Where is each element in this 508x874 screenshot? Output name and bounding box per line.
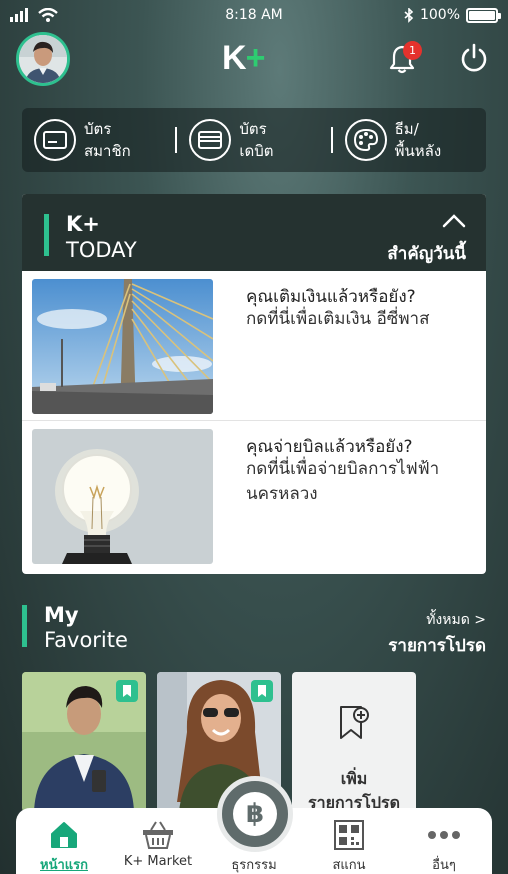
baht-icon: ฿ xyxy=(233,792,277,836)
today-title: K+ xyxy=(66,212,100,236)
bluetooth-icon xyxy=(404,7,414,23)
tab-label: หน้าแรก xyxy=(40,858,88,873)
quick-action-line2: สมาชิก xyxy=(84,142,131,160)
status-left xyxy=(10,8,160,22)
app-header: K+ 1 xyxy=(0,30,508,86)
debit-card-icon xyxy=(189,119,232,161)
quick-action-line2: เดบิต xyxy=(239,142,274,160)
quick-action-label: บัตร สมาชิก xyxy=(84,118,131,162)
tab-scan[interactable]: สแกน xyxy=(304,818,394,874)
quick-action-line1: บัตร xyxy=(84,120,112,138)
palette-icon xyxy=(344,119,387,161)
power-icon[interactable] xyxy=(459,43,489,73)
tab-more[interactable]: อื่นๆ xyxy=(399,818,489,874)
tab-label: K+ Market xyxy=(123,854,193,869)
news-title: คุณจ่ายบิลแล้วหรือยัง? xyxy=(246,437,413,457)
quick-actions-bar: บัตร สมาชิก บัตร เดบิต ธีม/ พื้นหลัง xyxy=(22,108,486,172)
member-card-icon xyxy=(34,119,76,161)
add-favorite-card[interactable]: เพิ่ม รายการโปรด xyxy=(292,672,416,812)
tab-label: อื่นๆ xyxy=(432,858,456,873)
news-description: กดที่นี่เพื่อเติมเงิน อีซี่พาส xyxy=(246,309,430,329)
quick-action-line1: บัตร xyxy=(239,120,267,138)
quick-action-line2: พื้นหลัง xyxy=(394,142,442,160)
logo-plus: + xyxy=(245,39,266,77)
kplus-logo: K+ xyxy=(222,39,266,78)
quick-action-theme[interactable]: ธีม/ พื้นหลัง xyxy=(333,108,486,172)
view-all-link[interactable]: ทั้งหมด > xyxy=(426,609,486,631)
more-icon xyxy=(399,818,489,852)
add-favorite-label: เพิ่ม รายการโปรด xyxy=(292,767,416,812)
battery-icon xyxy=(466,7,501,23)
wifi-icon xyxy=(38,8,58,22)
chevron-up-icon[interactable] xyxy=(442,214,466,228)
tab-home[interactable]: หน้าแรก xyxy=(19,818,109,874)
add-favorite-line1: เพิ่ม xyxy=(340,769,368,788)
favorite-card[interactable] xyxy=(22,672,146,812)
news-item[interactable]: คุณจ่ายบิลแล้วหรือยัง? กดที่นี่เพื่อจ่าย… xyxy=(22,421,486,571)
status-time: 8:18 AM xyxy=(225,7,283,23)
news-title: คุณเติมเงินแล้วหรือยัง? xyxy=(246,287,416,307)
lightbulb-image xyxy=(32,429,213,564)
basket-icon xyxy=(113,818,203,852)
today-header[interactable]: K+ TODAY สำคัญวันนี้ xyxy=(22,194,486,271)
news-description: กดที่นี่เพื่อจ่ายบิลการไฟฟ้านครหลวง xyxy=(246,459,440,504)
avatar-photo xyxy=(19,35,67,83)
home-icon xyxy=(19,818,109,852)
favorite-title-sub: Favorite xyxy=(44,628,128,652)
news-item[interactable]: คุณเติมเงินแล้วหรือยัง? กดที่นี่เพื่อเติ… xyxy=(22,271,486,421)
bookmark-icon xyxy=(116,680,138,702)
today-subtitle: สำคัญวันนี้ xyxy=(387,244,466,264)
add-bookmark-icon xyxy=(340,706,369,739)
signal-icon xyxy=(10,8,28,22)
quick-action-line1: ธีม/ xyxy=(394,120,419,138)
tab-market[interactable]: K+ Market xyxy=(113,818,203,869)
quick-action-label: ธีม/ พื้นหลัง xyxy=(395,118,442,162)
battery-level xyxy=(469,10,495,20)
battery-percent: 100% xyxy=(419,7,460,23)
favorite-subtitle: รายการโปรด xyxy=(388,636,486,656)
qr-scan-icon xyxy=(304,818,394,852)
transactions-button[interactable]: ฿ xyxy=(217,776,293,852)
kplus-today-card: K+ TODAY สำคัญวันนี้ คุณเติมเงินแล้วหรือ… xyxy=(22,194,486,574)
quick-action-member-card[interactable]: บัตร สมาชิก xyxy=(22,108,175,172)
tab-label: สแกน xyxy=(332,858,366,873)
favorite-title: My xyxy=(44,603,79,627)
today-title-sub: TODAY xyxy=(66,238,137,262)
bookmark-icon xyxy=(251,680,273,702)
logo-k: K xyxy=(222,39,247,77)
section-accent xyxy=(44,214,49,256)
notification-badge: 1 xyxy=(403,41,422,60)
bridge-image xyxy=(32,279,213,414)
tab-label: ธุรกรรม xyxy=(231,858,277,873)
status-bar: 8:18 AM 100% xyxy=(0,0,508,30)
section-accent xyxy=(22,605,27,647)
quick-action-label: บัตร เดบิต xyxy=(239,118,273,162)
quick-action-debit-card[interactable]: บัตร เดบิต xyxy=(177,108,330,172)
profile-avatar[interactable] xyxy=(16,32,70,86)
status-right: 100% xyxy=(348,7,501,23)
